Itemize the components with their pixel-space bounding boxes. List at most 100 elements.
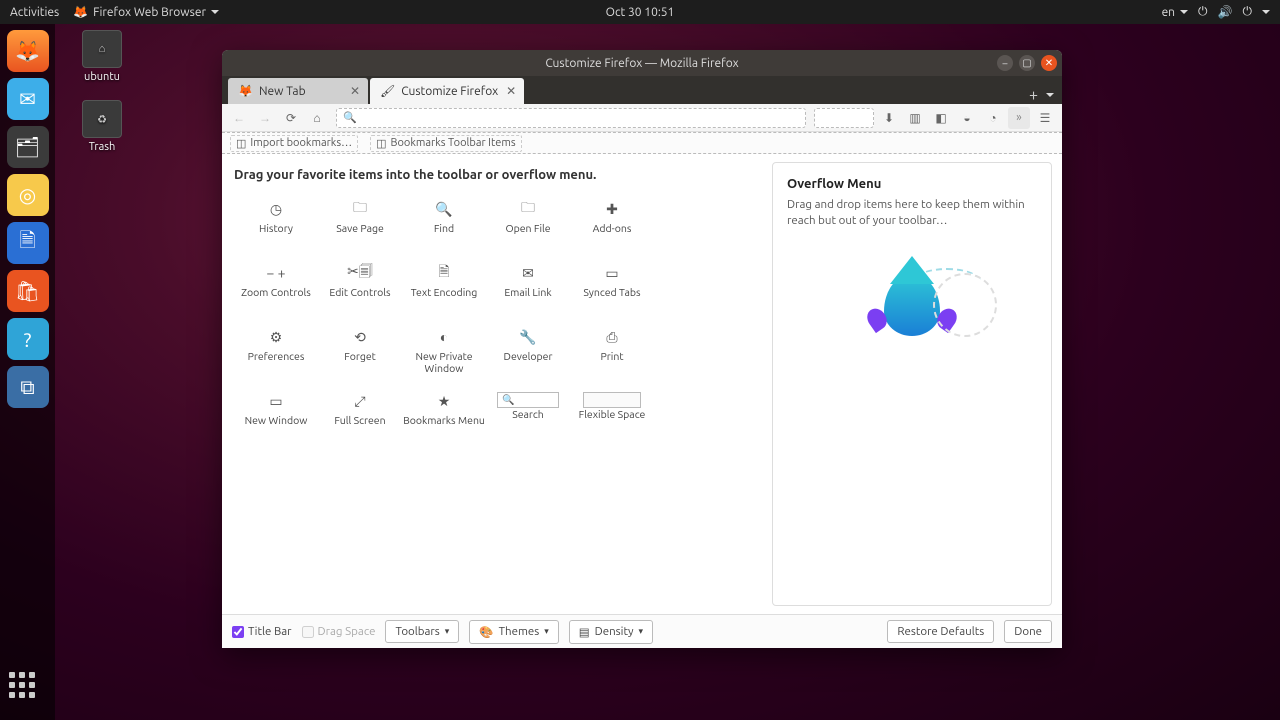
palette-item-history[interactable]: ◷History [234, 194, 318, 252]
palette-item-label: Bookmarks Menu [403, 414, 485, 426]
input-source[interactable]: en [1162, 6, 1188, 19]
activities-button[interactable]: Activities [10, 6, 59, 19]
palette-item-flexible-space[interactable]: Flexible Space [570, 386, 654, 444]
tab-customize[interactable]: 🖌 Customize Firefox ✕ [370, 78, 524, 104]
power-icon[interactable]: ⏻ [1243, 5, 1253, 19]
palette-item-forget[interactable]: ⟲Forget [318, 322, 402, 380]
close-tab-icon[interactable]: ✕ [506, 84, 516, 98]
palette-item-full-screen[interactable]: ⤢Full Screen [318, 386, 402, 444]
account-button[interactable]: ◔ [982, 107, 1004, 129]
palette-item-new-window[interactable]: ▭New Window [234, 386, 318, 444]
overflow-button[interactable]: » [1008, 107, 1030, 129]
palette-item-label: Developer [504, 350, 553, 362]
density-icon: ▤ [579, 625, 590, 639]
all-tabs-button[interactable] [1046, 93, 1054, 97]
theme-icon: 🎨 [479, 625, 493, 639]
themes-dropdown[interactable]: 🎨Themes▾ [469, 620, 558, 644]
palette-item-icon: ⚙ [270, 328, 283, 346]
dock-rhythmbox[interactable]: ◎ [7, 174, 49, 216]
toolbars-dropdown[interactable]: Toolbars▾ [385, 620, 459, 643]
import-icon: ◫ [236, 137, 246, 150]
palette-item-edit-controls[interactable]: ✂🗐Edit Controls [318, 258, 402, 316]
palette-item-print[interactable]: ⎙Print [570, 322, 654, 380]
dock-screenshot[interactable]: ⧉ [7, 366, 49, 408]
density-dropdown[interactable]: ▤Density▾ [569, 620, 653, 644]
titlebar-label: Title Bar [248, 625, 292, 638]
palette-item-new-private-window[interactable]: ◐New Private Window [402, 322, 486, 380]
palette-item-icon: ⤢ [354, 392, 365, 410]
palette-item-zoom-controls[interactable]: − +Zoom Controls [234, 258, 318, 316]
dock-files[interactable]: 🗂 [7, 126, 49, 168]
pocket-button[interactable]: ◒ [956, 107, 978, 129]
reload-button[interactable]: ⟳ [280, 107, 302, 129]
window-titlebar[interactable]: Customize Firefox — Mozilla Firefox – ▢ … [222, 50, 1062, 76]
home-icon: ⌂ [82, 30, 122, 68]
ubuntu-dock: 🦊 ✉ 🗂 ◎ 🗎 🛍 ? ⧉ [0, 24, 55, 720]
palette-item-label: Find [434, 222, 454, 234]
clock[interactable]: Oct 30 10:51 [606, 6, 675, 19]
menu-button[interactable]: ☰ [1034, 107, 1056, 129]
window-title: Customize Firefox — Mozilla Firefox [545, 57, 738, 70]
dock-software[interactable]: 🛍 [7, 270, 49, 312]
app-menu[interactable]: 🦊 Firefox Web Browser [73, 5, 219, 19]
palette-item-synced-tabs[interactable]: ▭Synced Tabs [570, 258, 654, 316]
customize-palette: Drag your favorite items into the toolba… [222, 154, 768, 614]
desktop-trash[interactable]: ♻ Trash [72, 100, 132, 153]
url-bar[interactable]: 🔍 [336, 108, 806, 128]
trash-icon: ♻ [82, 100, 122, 138]
close-tab-icon[interactable]: ✕ [350, 84, 360, 98]
done-button[interactable]: Done [1004, 620, 1052, 643]
dock-help[interactable]: ? [7, 318, 49, 360]
minimize-button[interactable]: – [997, 55, 1013, 71]
import-bookmarks[interactable]: ◫ Import bookmarks… [230, 135, 358, 152]
overflow-menu-panel[interactable]: Overflow Menu Drag and drop items here t… [772, 162, 1052, 606]
chevron-down-icon: ▾ [445, 626, 450, 637]
palette-item-label: Edit Controls [329, 286, 390, 298]
search-bar[interactable] [814, 108, 874, 128]
nav-toolbar: ← → ⟳ ⌂ 🔍 ⬇ ▥ ◧ ◒ ◔ » ☰ [222, 104, 1062, 132]
library-button[interactable]: ▥ [904, 107, 926, 129]
restore-defaults-button[interactable]: Restore Defaults [887, 620, 994, 643]
forward-button[interactable]: → [254, 107, 276, 129]
new-tab-button[interactable]: + [1029, 86, 1038, 104]
palette-item-icon: ▭ [605, 264, 618, 282]
palette-item-icon: ◷ [270, 200, 282, 218]
volume-icon[interactable]: 🔊 [1218, 5, 1233, 19]
tab-strip: 🦊 New Tab ✕ 🖌 Customize Firefox ✕ + [222, 76, 1062, 104]
palette-item-bookmarks-menu[interactable]: ★Bookmarks Menu [402, 386, 486, 444]
chevron-down-icon [1262, 10, 1270, 14]
import-label: Import bookmarks… [250, 137, 352, 149]
dock-thunderbird[interactable]: ✉ [7, 78, 49, 120]
palette-item-developer[interactable]: 🔧 Developer [486, 322, 570, 380]
palette-item-preferences[interactable]: ⚙Preferences [234, 322, 318, 380]
tab-new-tab[interactable]: 🦊 New Tab ✕ [228, 78, 368, 104]
palette-item-search[interactable]: 🔍Search [486, 386, 570, 444]
gnome-topbar: Activities 🦊 Firefox Web Browser Oct 30 … [0, 0, 1280, 24]
palette-item-save-page[interactable]: 🗀Save Page [318, 194, 402, 252]
palette-item-icon: 🔧 [519, 328, 536, 346]
palette-item-label: New Private Window [402, 350, 486, 374]
maximize-button[interactable]: ▢ [1019, 55, 1035, 71]
desktop-home-folder[interactable]: ⌂ ubuntu [72, 30, 132, 83]
palette-item-find[interactable]: 🔍Find [402, 194, 486, 252]
home-button[interactable]: ⌂ [306, 107, 328, 129]
dock-firefox[interactable]: 🦊 [7, 30, 49, 72]
palette-item-text-encoding[interactable]: 🗎Text Encoding [402, 258, 486, 316]
dragspace-checkbox[interactable]: Drag Space [302, 625, 376, 638]
network-icon[interactable]: ⏻ [1198, 5, 1208, 19]
palette-item-label: Save Page [336, 222, 384, 234]
show-applications[interactable] [9, 672, 47, 710]
dock-libreoffice[interactable]: 🗎 [7, 222, 49, 264]
sidebar-button[interactable]: ◧ [930, 107, 952, 129]
palette-item-add-ons[interactable]: ✚Add-ons [570, 194, 654, 252]
bookmarks-toolbar-items[interactable]: ◫Bookmarks Toolbar Items [370, 135, 522, 152]
downloads-button[interactable]: ⬇ [878, 107, 900, 129]
palette-item-open-file[interactable]: 🗀Open File [486, 194, 570, 252]
palette-item-email-link[interactable]: ✉Email Link [486, 258, 570, 316]
bookmarks-toolbar: ◫ Import bookmarks… ◫Bookmarks Toolbar It… [222, 132, 1062, 154]
back-button[interactable]: ← [228, 107, 250, 129]
close-button[interactable]: ✕ [1041, 55, 1057, 71]
bookmark-icon: ◫ [376, 137, 386, 150]
palette-item-label: Print [601, 350, 624, 362]
titlebar-checkbox[interactable]: Title Bar [232, 625, 292, 638]
